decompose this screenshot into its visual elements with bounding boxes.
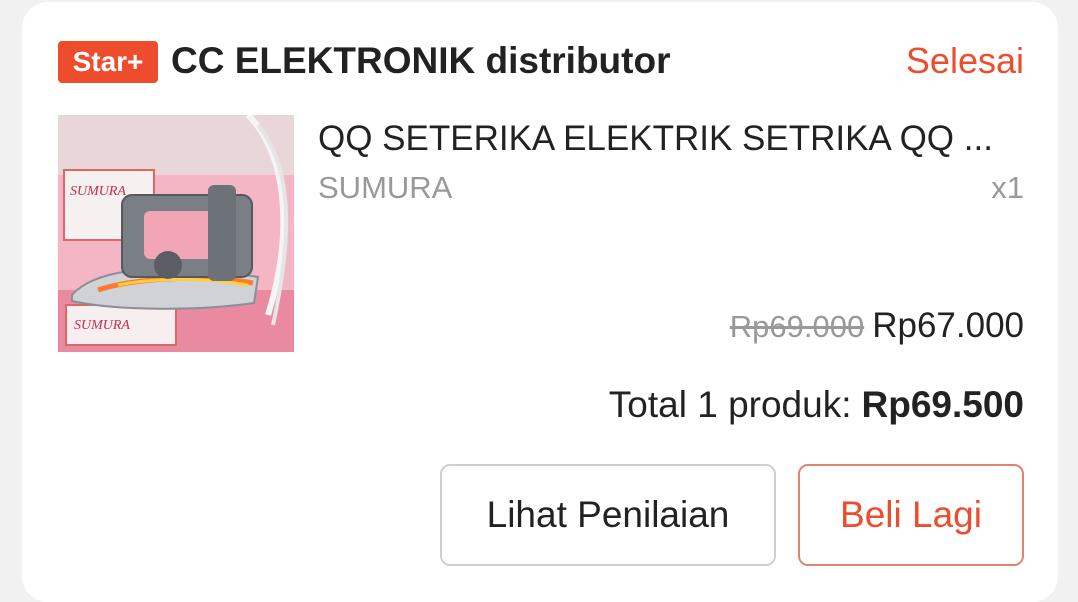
- product-variant: SUMURA: [318, 170, 453, 205]
- buy-again-button[interactable]: Beli Lagi: [798, 464, 1024, 566]
- view-review-button[interactable]: Lihat Penilaian: [440, 464, 776, 566]
- box-brand-text: SUMURA: [70, 184, 126, 199]
- price-row: Rp69.000 Rp67.000: [730, 306, 1024, 354]
- box-brand-text-2: SUMURA: [74, 318, 130, 333]
- original-price: Rp69.000: [729, 309, 865, 344]
- total-value: Rp69.500: [861, 384, 1025, 425]
- total-label: Total 1 produk:: [608, 384, 852, 425]
- product-name[interactable]: QQ SETERIKA ELEKTRIK SETRIKA QQ ...: [318, 116, 1028, 162]
- shop-name[interactable]: CC ELEKTRONIK distributor: [171, 38, 670, 84]
- iron-product-photo: SUMURA SUMURA: [58, 115, 294, 352]
- product-image[interactable]: SUMURA SUMURA: [58, 115, 294, 352]
- shop-header[interactable]: Star+ CC ELEKTRONIK distributor Selesai: [58, 38, 1024, 84]
- order-total: Total 1 produk: Rp69.500: [609, 384, 1024, 434]
- current-price: Rp67.000: [872, 306, 1024, 345]
- product-quantity: x1: [991, 170, 1024, 205]
- order-status: Selesai: [905, 40, 1024, 81]
- star-plus-badge: Star+: [58, 41, 158, 83]
- order-card[interactable]: Star+ CC ELEKTRONIK distributor Selesai …: [22, 2, 1058, 602]
